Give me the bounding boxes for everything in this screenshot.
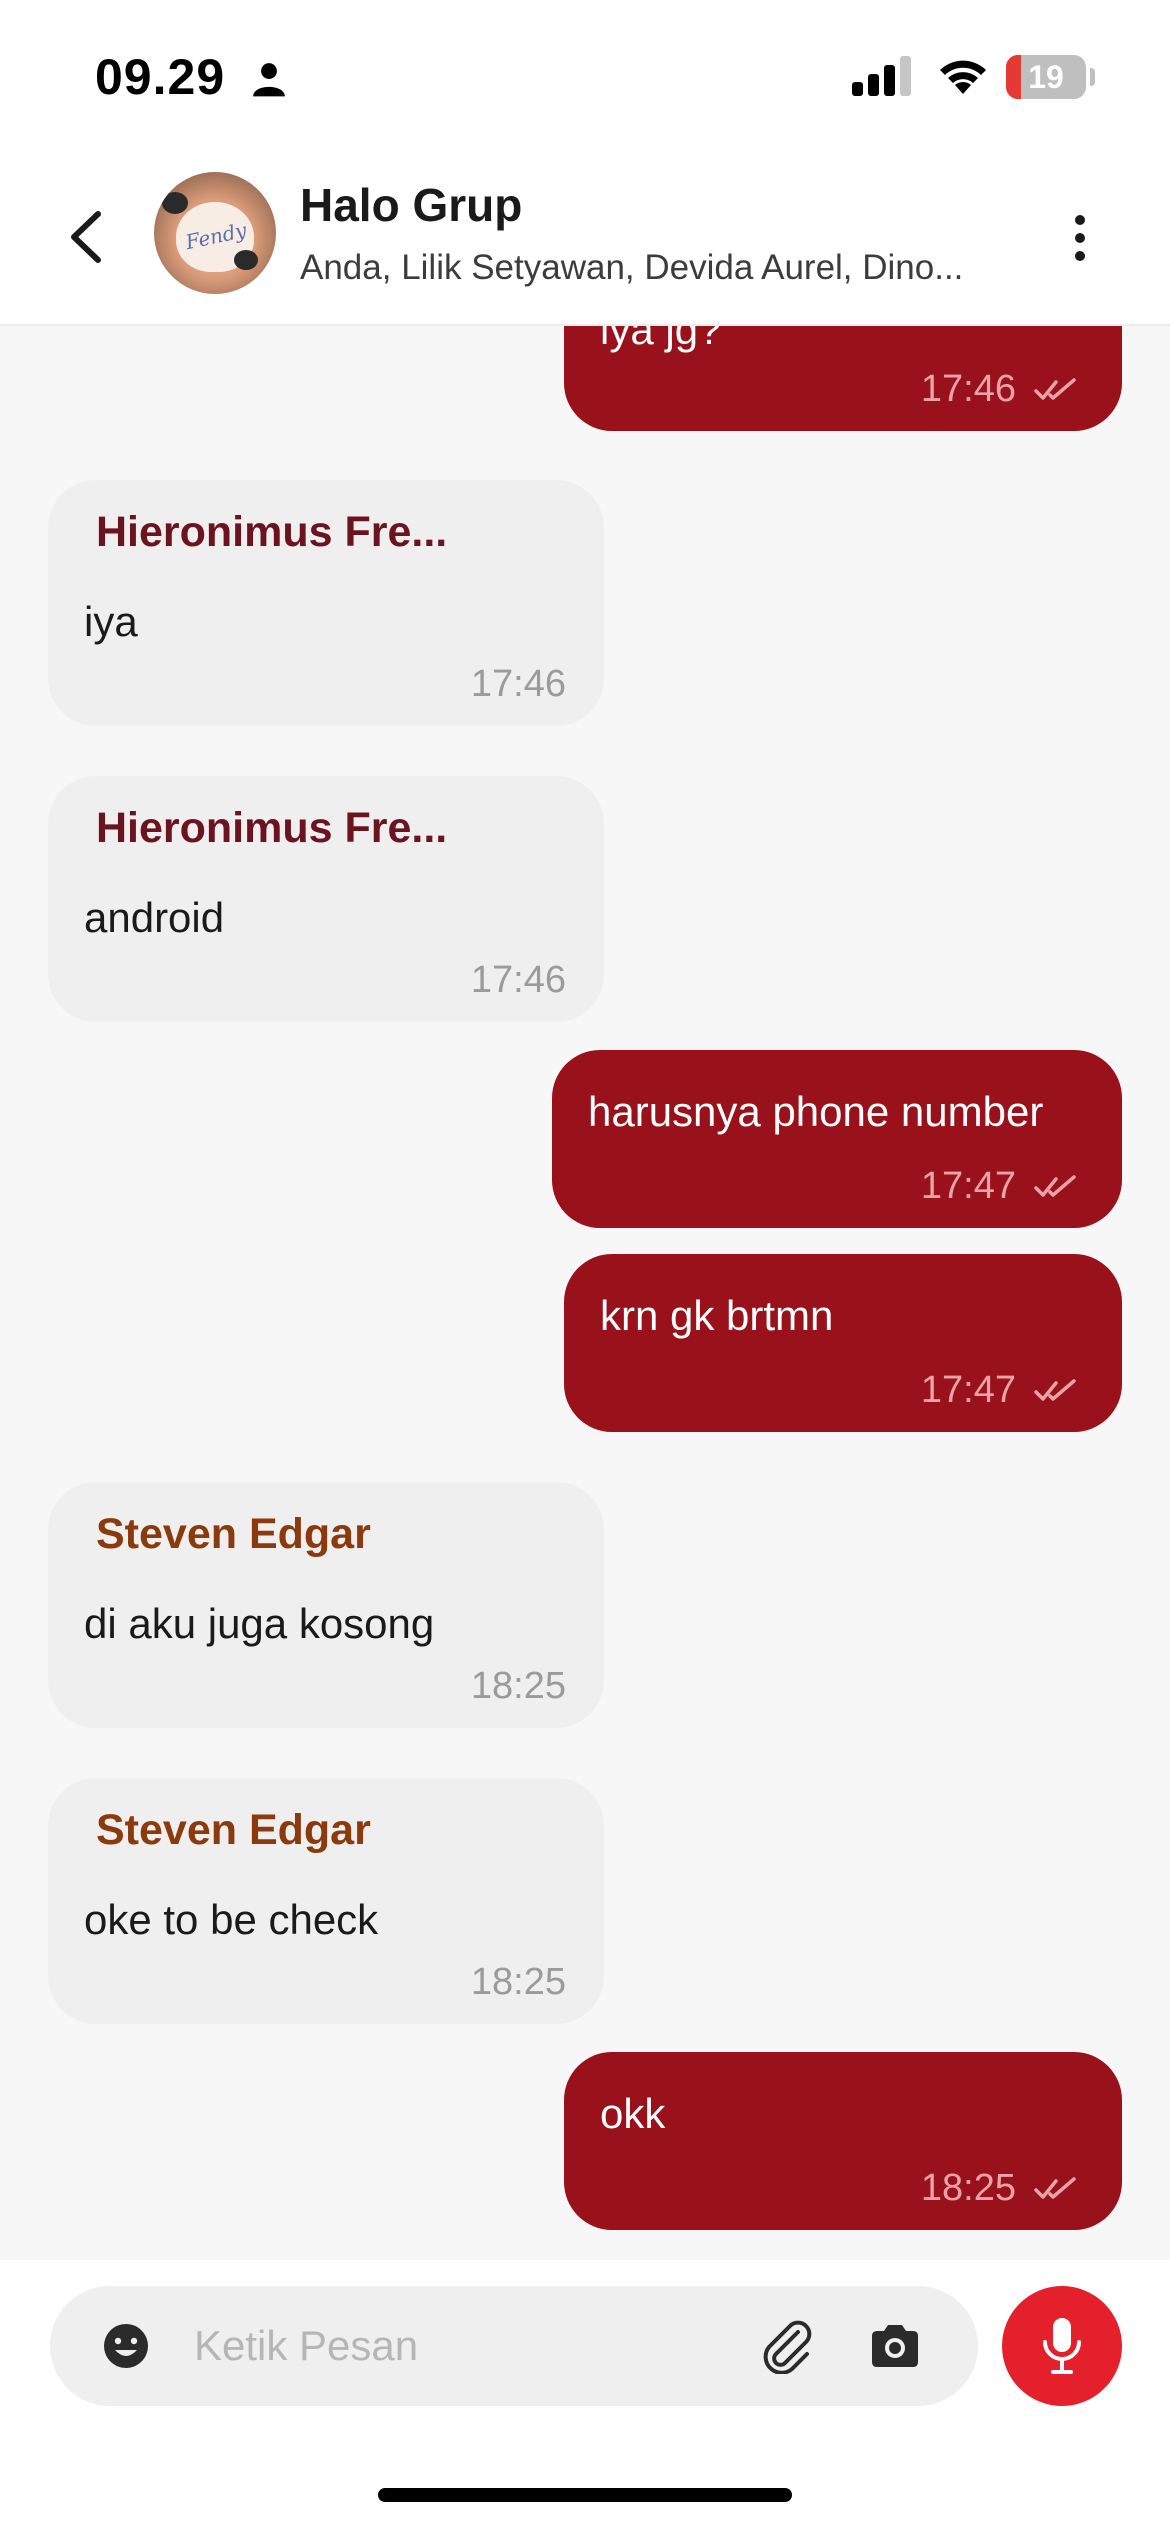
message-meta: 17:46 [471,663,566,706]
message-bubble-outgoing[interactable]: iya jg? 17:46 [564,326,1122,431]
battery-percent: 19 [1028,58,1064,95]
microphone-icon [1043,2318,1081,2374]
message-meta: 17:47 [921,1165,1078,1208]
message-meta: 17:47 [921,1369,1078,1412]
status-time: 09.29 [95,49,226,105]
message-time: 18:25 [470,1961,566,2003]
microphone-button[interactable] [1002,2286,1122,2406]
message-text: okk [600,2090,666,2137]
message-time: 17:46 [470,959,566,1001]
message-bubble-outgoing[interactable]: krn gk brtmn 17:47 [564,1254,1122,1432]
message-sender[interactable]: Hieronimus Fre... [96,508,447,557]
group-avatar[interactable]: Fendy [154,172,276,294]
cellular-signal-icon [852,56,911,96]
double-check-icon [1034,1378,1076,1401]
message-bubble-outgoing[interactable]: harusnya phone number 17:47 [552,1050,1122,1228]
avatar-spot [234,250,258,270]
chat-header: Fendy Halo Grup Anda, Lilik Setyawan, De… [0,150,1170,326]
message-bubble-incoming[interactable]: Hieronimus Fre... iya 17:46 [48,480,604,726]
message-text: oke to be check [84,1896,379,1943]
message-meta: 18:25 [471,1961,566,2004]
message-input[interactable] [194,2306,754,2386]
message-sender[interactable]: Hieronimus Fre... [96,804,447,853]
battery-indicator: 19 [1006,55,1086,99]
message-text: krn gk brtmn [600,1292,834,1339]
home-indicator [378,2488,792,2502]
person-icon [253,63,285,97]
avatar-spot [162,192,188,214]
paperclip-icon[interactable] [760,2318,814,2374]
message-time: 17:47 [920,1165,1016,1207]
message-sender[interactable]: Steven Edgar [96,1510,371,1559]
message-bubble-outgoing[interactable]: okk 18:25 [564,2052,1122,2230]
message-time: 17:47 [920,1369,1016,1411]
message-bubble-incoming[interactable]: Hieronimus Fre... android 17:46 [48,776,604,1022]
double-check-icon [1034,1174,1076,1197]
more-vertical-icon[interactable] [1060,208,1100,268]
status-bar: 09.29 19 [0,0,1170,150]
double-check-icon [1034,377,1076,400]
double-check-icon [1034,2176,1076,2199]
back-chevron-icon[interactable] [58,202,118,272]
message-meta: 18:25 [921,2167,1078,2210]
message-text: harusnya phone number [588,1088,1044,1135]
message-text: android [84,894,225,941]
message-meta: 17:46 [471,959,566,1002]
camera-icon[interactable] [868,2320,922,2372]
message-time: 17:46 [470,663,566,705]
message-bubble-incoming[interactable]: Steven Edgar di aku juga kosong 18:25 [48,1482,604,1728]
message-time: 18:25 [470,1665,566,1707]
battery-nub [1090,68,1095,86]
group-members[interactable]: Anda, Lilik Setyawan, Devida Aurel, Dino… [300,248,1020,288]
message-text: iya [84,598,138,645]
message-list[interactable]: iya jg? 17:46 Hieronimus Fre... iya 17:4… [0,326,1170,2260]
message-time: 17:46 [920,368,1016,410]
message-meta: 18:25 [471,1665,566,1708]
message-meta: 17:46 [921,368,1078,411]
wifi-icon [940,60,986,94]
message-time: 18:25 [920,2167,1016,2209]
message-text: di aku juga kosong [84,1600,435,1647]
message-bubble-incoming[interactable]: Steven Edgar oke to be check 18:25 [48,1778,604,2024]
group-title[interactable]: Halo Grup [300,178,522,232]
message-text: iya jg? [600,326,722,353]
message-sender[interactable]: Steven Edgar [96,1806,371,1855]
message-input-container [50,2286,978,2406]
emoji-icon[interactable] [102,2322,150,2370]
